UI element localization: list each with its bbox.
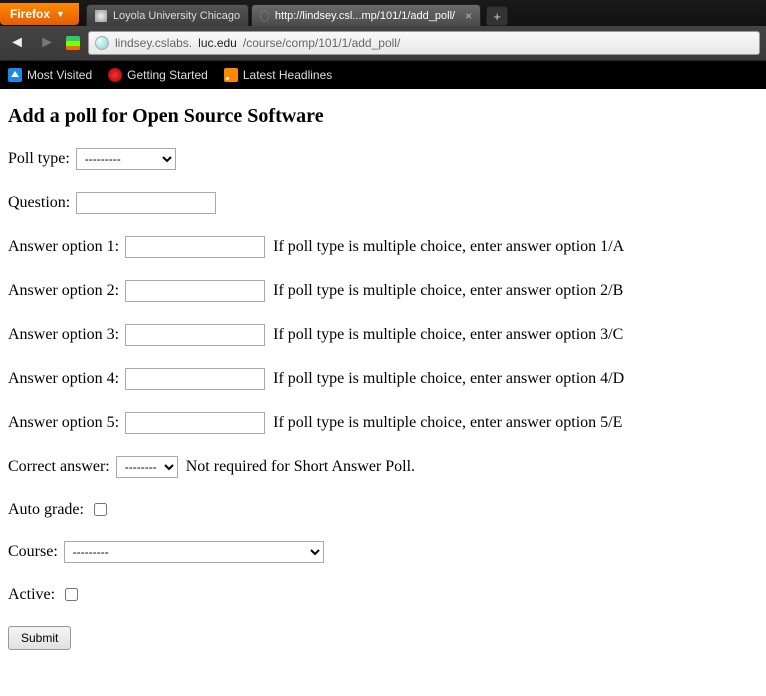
loading-icon bbox=[260, 10, 269, 22]
course-row: Course: --------- bbox=[8, 541, 758, 563]
page-content: Add a poll for Open Source Software Poll… bbox=[0, 89, 766, 696]
submit-button[interactable]: Submit bbox=[8, 626, 71, 650]
answer-label: Answer option 5: bbox=[8, 414, 119, 432]
question-label: Question: bbox=[8, 194, 70, 212]
submit-row: Submit bbox=[8, 626, 758, 650]
bookmark-getting-started[interactable]: Getting Started bbox=[108, 68, 208, 82]
bookmarks-toolbar: Most Visited Getting Started Latest Head… bbox=[0, 61, 766, 89]
new-tab-button[interactable]: + bbox=[486, 6, 508, 26]
correct-answer-row: Correct answer: --------- Not required f… bbox=[8, 456, 758, 478]
answer-input-5[interactable] bbox=[125, 412, 265, 434]
answer-hint: If poll type is multiple choice, enter a… bbox=[273, 370, 624, 388]
status-icon bbox=[66, 36, 80, 50]
browser-chrome: Firefox ▼ Loyola University Chicago http… bbox=[0, 0, 766, 61]
url-prefix: lindsey.cslabs. bbox=[115, 36, 192, 50]
active-label: Active: bbox=[8, 586, 55, 604]
question-input[interactable] bbox=[76, 192, 216, 214]
bookmark-icon bbox=[108, 68, 122, 82]
bookmark-most-visited[interactable]: Most Visited bbox=[8, 68, 92, 82]
tab-strip: Firefox ▼ Loyola University Chicago http… bbox=[0, 0, 766, 26]
answer-hint: If poll type is multiple choice, enter a… bbox=[273, 282, 623, 300]
answer-hint: If poll type is multiple choice, enter a… bbox=[273, 414, 622, 432]
back-button[interactable]: ◄ bbox=[6, 34, 28, 52]
answer-row-4: Answer option 4: If poll type is multipl… bbox=[8, 368, 758, 390]
firefox-menu-button[interactable]: Firefox ▼ bbox=[0, 3, 79, 25]
poll-type-row: Poll type: --------- bbox=[8, 148, 758, 170]
poll-type-select[interactable]: --------- bbox=[76, 148, 176, 170]
course-select[interactable]: --------- bbox=[64, 541, 324, 563]
url-bar[interactable]: lindsey.cslabs. luc.edu/course/comp/101/1… bbox=[88, 31, 760, 55]
answer-row-3: Answer option 3: If poll type is multipl… bbox=[8, 324, 758, 346]
bookmark-icon bbox=[8, 68, 22, 82]
poll-type-label: Poll type: bbox=[8, 150, 70, 168]
tab-loyola[interactable]: Loyola University Chicago bbox=[86, 4, 249, 26]
chevron-down-icon: ▼ bbox=[56, 3, 65, 25]
site-icon bbox=[95, 10, 107, 22]
active-checkbox[interactable] bbox=[65, 588, 78, 601]
close-icon[interactable]: × bbox=[465, 5, 472, 27]
forward-button[interactable]: ► bbox=[36, 34, 58, 52]
answer-input-3[interactable] bbox=[125, 324, 265, 346]
url-host: luc.edu bbox=[198, 36, 237, 50]
question-row: Question: bbox=[8, 192, 758, 214]
answer-row-5: Answer option 5: If poll type is multipl… bbox=[8, 412, 758, 434]
rss-icon bbox=[224, 68, 238, 82]
answer-row-1: Answer option 1: If poll type is multipl… bbox=[8, 236, 758, 258]
answer-row-2: Answer option 2: If poll type is multipl… bbox=[8, 280, 758, 302]
bookmark-latest-headlines[interactable]: Latest Headlines bbox=[224, 68, 332, 82]
page-title: Add a poll for Open Source Software bbox=[8, 105, 758, 128]
tab-add-poll[interactable]: http://lindsey.csl...mp/101/1/add_poll/ … bbox=[251, 4, 481, 26]
answer-label: Answer option 4: bbox=[8, 370, 119, 388]
answer-input-1[interactable] bbox=[125, 236, 265, 258]
answer-input-2[interactable] bbox=[125, 280, 265, 302]
autograde-row: Auto grade: bbox=[8, 500, 758, 519]
answer-hint: If poll type is multiple choice, enter a… bbox=[273, 326, 623, 344]
tab-label: Loyola University Chicago bbox=[113, 5, 240, 27]
tab-label: http://lindsey.csl...mp/101/1/add_poll/ bbox=[275, 5, 455, 27]
active-row: Active: bbox=[8, 585, 758, 604]
globe-icon bbox=[95, 36, 109, 50]
correct-answer-hint: Not required for Short Answer Poll. bbox=[186, 458, 415, 476]
correct-answer-label: Correct answer: bbox=[8, 458, 110, 476]
autograde-label: Auto grade: bbox=[8, 501, 84, 519]
bookmark-label: Most Visited bbox=[27, 68, 92, 82]
answer-input-4[interactable] bbox=[125, 368, 265, 390]
autograde-checkbox[interactable] bbox=[94, 503, 107, 516]
bookmark-label: Getting Started bbox=[127, 68, 208, 82]
course-label: Course: bbox=[8, 543, 58, 561]
nav-toolbar: ◄ ► lindsey.cslabs. luc.edu/course/comp/1… bbox=[0, 26, 766, 60]
answer-label: Answer option 3: bbox=[8, 326, 119, 344]
bookmark-label: Latest Headlines bbox=[243, 68, 332, 82]
correct-answer-select[interactable]: --------- bbox=[116, 456, 178, 478]
url-suffix: /course/comp/101/1/add_poll/ bbox=[243, 36, 400, 50]
answer-label: Answer option 2: bbox=[8, 282, 119, 300]
firefox-menu-label: Firefox bbox=[10, 3, 50, 25]
answer-hint: If poll type is multiple choice, enter a… bbox=[273, 238, 624, 256]
answer-label: Answer option 1: bbox=[8, 238, 119, 256]
